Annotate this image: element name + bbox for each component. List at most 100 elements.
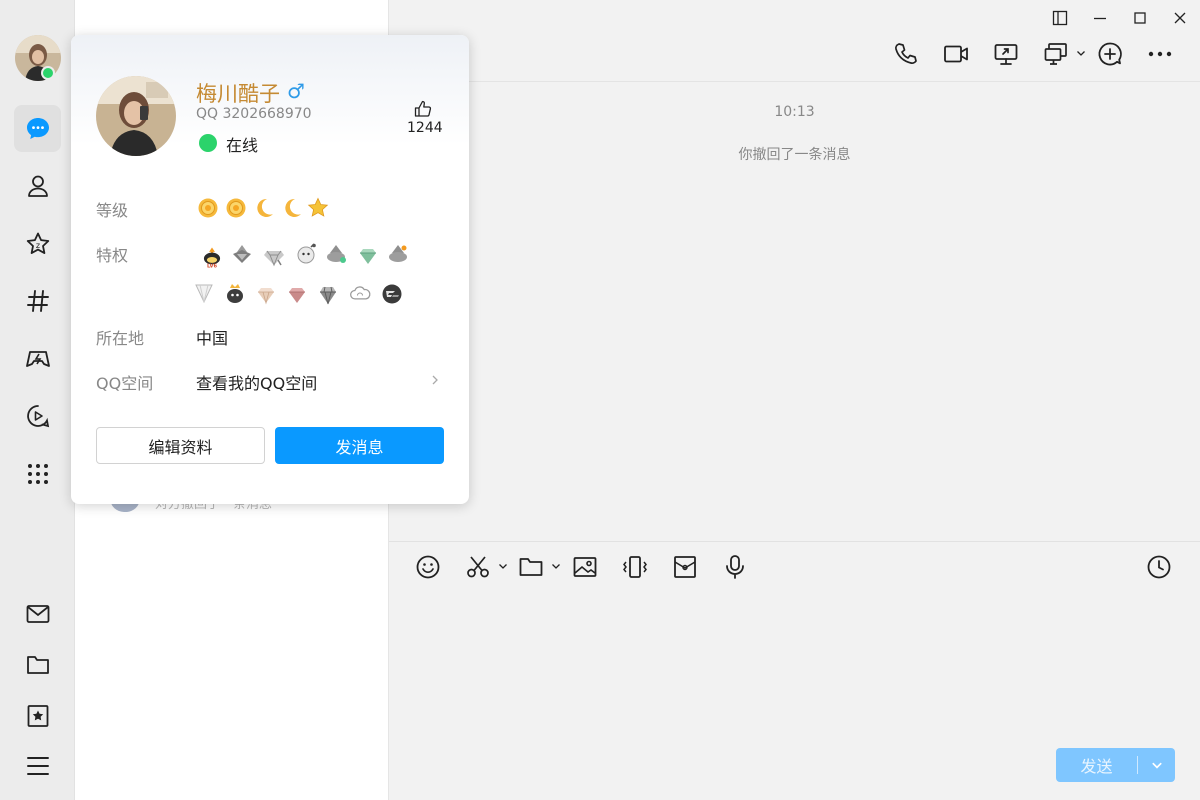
- orange-vip-icon[interactable]: [387, 243, 409, 265]
- nav-games[interactable]: [14, 335, 61, 382]
- pink-diamond-icon[interactable]: [286, 284, 308, 306]
- screenshot-button[interactable]: [464, 553, 492, 581]
- folder-icon: [519, 558, 543, 576]
- close-icon: [1174, 12, 1186, 24]
- minimize-button[interactable]: [1090, 8, 1110, 28]
- send-image-button[interactable]: [571, 553, 599, 581]
- video-call-button[interactable]: [942, 40, 970, 68]
- voice-call-button[interactable]: [892, 40, 920, 68]
- green-vip-icon[interactable]: [325, 243, 347, 265]
- sun-level-icon: [225, 197, 247, 219]
- location-value: 中国: [196, 329, 229, 348]
- red-packet-button[interactable]: [671, 553, 699, 581]
- vibrate-icon: [623, 556, 647, 578]
- emoji-button[interactable]: [414, 553, 442, 581]
- chevron-right-icon[interactable]: [429, 374, 441, 386]
- left-nav: z: [0, 0, 75, 800]
- remote-desktop-icon: [1044, 43, 1067, 65]
- more-options-button[interactable]: [1146, 40, 1174, 68]
- chat-header: [389, 0, 1200, 82]
- green-diamond-icon[interactable]: [357, 245, 379, 267]
- profile-avatar[interactable]: [96, 76, 176, 156]
- chevron-down-icon[interactable]: [498, 561, 508, 571]
- thumbs-up-icon[interactable]: [413, 99, 433, 119]
- svg-text:LV6: LV6: [207, 263, 218, 268]
- add-member-button[interactable]: [1096, 40, 1124, 68]
- star-level-icon: [307, 197, 329, 219]
- nav-messages[interactable]: [14, 105, 61, 152]
- like-count: 1244: [407, 120, 443, 136]
- hash-icon: [26, 289, 49, 312]
- send-button[interactable]: 发送: [1056, 748, 1137, 782]
- history-button[interactable]: [1145, 553, 1173, 581]
- vip-diamond-icon[interactable]: [231, 243, 253, 265]
- microphone-icon: [726, 555, 744, 579]
- sidebar-toggle-button[interactable]: [1050, 8, 1070, 28]
- mail-icon: [26, 604, 49, 623]
- nav-mail[interactable]: [14, 590, 61, 637]
- privilege-label: 特权: [96, 246, 129, 265]
- send-file-button[interactable]: [517, 553, 545, 581]
- video-camera-icon: [944, 45, 968, 63]
- moon-level-icon: [281, 197, 303, 219]
- gamepad-icon: [25, 350, 50, 367]
- screen-share-icon: [994, 44, 1018, 65]
- remote-assist-button[interactable]: [1042, 40, 1070, 68]
- cloud-privilege-icon[interactable]: [347, 282, 373, 304]
- nav-video[interactable]: [14, 392, 61, 439]
- phone-icon: [895, 43, 917, 64]
- voice-message-button[interactable]: [721, 553, 749, 581]
- add-chat-icon: [1098, 42, 1122, 66]
- message-timestamp: 10:13: [774, 104, 815, 120]
- status-online-icon: [199, 134, 217, 152]
- nav-channels[interactable]: [14, 277, 61, 324]
- gender-icon: ♂: [287, 79, 305, 103]
- maximize-icon: [1134, 12, 1146, 24]
- edit-profile-button[interactable]: 编辑资料: [96, 427, 265, 464]
- maximize-button[interactable]: [1130, 8, 1150, 28]
- nav-apps[interactable]: [14, 450, 61, 497]
- nav-files[interactable]: [14, 641, 61, 688]
- game-privilege-icon[interactable]: [381, 283, 403, 305]
- penguin-privilege-icon[interactable]: [295, 243, 317, 265]
- nav-bookmarks[interactable]: [14, 692, 61, 739]
- scissors-icon: [467, 556, 489, 578]
- grid-icon: [27, 463, 48, 484]
- star-icon: z: [26, 232, 49, 254]
- nav-contacts[interactable]: [14, 162, 61, 209]
- online-status-dot: [41, 66, 55, 80]
- chat-bubble-icon: [26, 117, 49, 139]
- crown-penguin-icon[interactable]: [224, 282, 246, 304]
- sun-level-icon: [197, 197, 219, 219]
- rose-diamond-icon[interactable]: [255, 284, 277, 306]
- level-label: 等级: [96, 201, 129, 220]
- white-diamond-icon[interactable]: [193, 282, 215, 304]
- qzone-label: QQ空间: [96, 374, 154, 393]
- nav-menu[interactable]: [14, 742, 61, 789]
- chevron-down-icon[interactable]: [1076, 48, 1086, 58]
- send-message-button[interactable]: 发消息: [275, 427, 444, 464]
- chevron-down-icon: [1151, 762, 1162, 769]
- profile-card: 梅川酷子 ♂ QQ 3202668970 在线 1244 等级 特权 LV6 所…: [71, 35, 469, 504]
- svip-privilege-icon[interactable]: LV6: [198, 242, 226, 272]
- send-options-button[interactable]: [1138, 748, 1175, 782]
- chat-panel: 10:13 你撤回了一条消息 发送: [389, 0, 1200, 800]
- smiley-icon: [416, 555, 440, 579]
- qzone-link[interactable]: 查看我的QQ空间: [196, 370, 317, 394]
- send-button-group: 发送: [1056, 748, 1175, 782]
- nav-favorites[interactable]: z: [14, 220, 61, 267]
- profile-status[interactable]: 在线: [226, 132, 258, 156]
- black-diamond-icon[interactable]: [317, 284, 339, 306]
- red-envelope-icon: [674, 556, 696, 578]
- person-icon: [27, 175, 48, 197]
- sidebar-toggle-icon: [1052, 10, 1068, 26]
- hamburger-icon: [26, 756, 49, 775]
- moon-level-icon: [253, 197, 275, 219]
- system-message: 你撤回了一条消息: [738, 147, 851, 163]
- more-dots-icon: [1148, 51, 1172, 57]
- close-button[interactable]: [1170, 8, 1190, 28]
- screen-share-button[interactable]: [992, 40, 1020, 68]
- chevron-down-icon[interactable]: [551, 561, 561, 571]
- silver-diamond-icon[interactable]: [263, 245, 285, 267]
- shake-button[interactable]: [621, 553, 649, 581]
